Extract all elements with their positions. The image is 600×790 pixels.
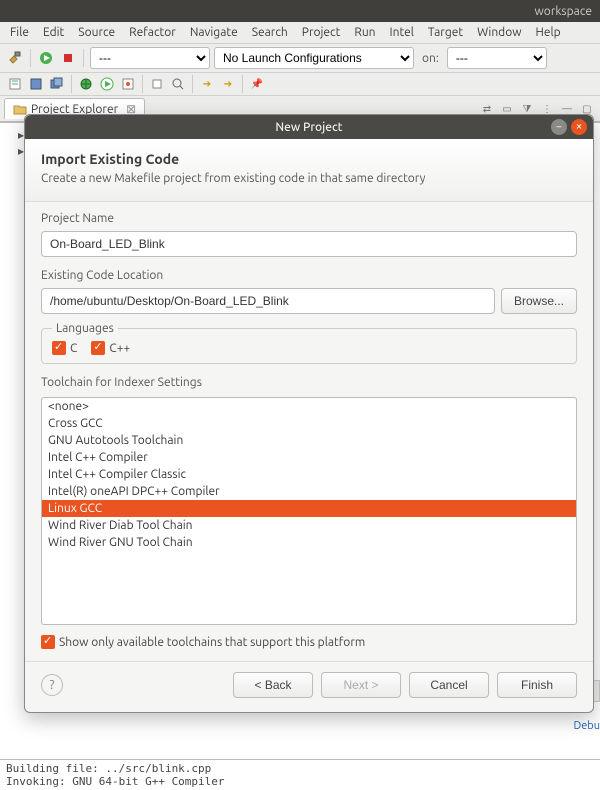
on-label: on:	[418, 52, 443, 65]
menu-help[interactable]: Help	[530, 24, 567, 41]
lang-cpp-input[interactable]	[91, 341, 105, 355]
hammer-icon[interactable]	[6, 49, 24, 67]
dialog-heading: Import Existing Code	[41, 151, 577, 167]
menu-source[interactable]: Source	[72, 24, 121, 41]
run-icon[interactable]	[37, 49, 55, 67]
project-name-label: Project Name	[41, 212, 577, 225]
coverage-icon[interactable]	[119, 75, 137, 93]
lang-cpp-checkbox[interactable]: C++	[91, 341, 130, 355]
toolchain-option[interactable]: Intel C++ Compiler Classic	[42, 466, 576, 483]
dialog-minimize-icon[interactable]	[551, 119, 567, 135]
next-button[interactable]: Next >	[321, 672, 401, 698]
menu-edit[interactable]: Edit	[37, 24, 70, 41]
menu-intel[interactable]: Intel	[384, 24, 420, 41]
lang-c-checkbox[interactable]: C	[52, 341, 77, 355]
open-type-icon[interactable]	[148, 75, 166, 93]
toolchain-option[interactable]: Linux GCC	[42, 500, 576, 517]
launch-config-select[interactable]: No Launch Configurations	[214, 47, 414, 69]
dialog-header: Import Existing Code Create a new Makefi…	[25, 139, 593, 202]
search-icon[interactable]	[169, 75, 187, 93]
toolchain-option[interactable]: Intel(R) oneAPI DPC++ Compiler	[42, 483, 576, 500]
dialog-close-icon[interactable]	[571, 119, 587, 135]
menu-window[interactable]: Window	[471, 24, 527, 41]
location-input[interactable]	[41, 288, 495, 314]
toolchain-option[interactable]: GNU Autotools Toolchain	[42, 432, 576, 449]
languages-group: Languages C C++	[41, 322, 577, 364]
console-output: Building file: ../src/blink.cpp Invoking…	[0, 759, 600, 790]
project-explorer-icon	[13, 103, 27, 115]
finish-button[interactable]: Finish	[497, 672, 577, 698]
bg-debug-label[interactable]: Debu	[573, 720, 600, 732]
new-project-dialog: New Project Import Existing Code Create …	[24, 114, 594, 713]
menu-refactor[interactable]: Refactor	[123, 24, 182, 41]
toolchain-option[interactable]: Wind River Diab Tool Chain	[42, 517, 576, 534]
run-target-select[interactable]: ---	[90, 47, 210, 69]
run-last-icon[interactable]	[98, 75, 116, 93]
toolchain-option[interactable]: <none>	[42, 398, 576, 415]
menu-project[interactable]: Project	[296, 24, 347, 41]
workspace-label: workspace	[535, 5, 593, 18]
menu-bar: File Edit Source Refactor Navigate Searc…	[0, 22, 600, 44]
cancel-button[interactable]: Cancel	[409, 672, 489, 698]
next-annotation-icon[interactable]: ➔	[198, 75, 216, 93]
on-target-select[interactable]: ---	[447, 47, 547, 69]
toolbar-secondary: ➔ ➔ 📌	[0, 73, 600, 96]
pin-icon[interactable]: 📌	[248, 75, 266, 93]
toolchain-listbox[interactable]: <none>Cross GCCGNU Autotools ToolchainIn…	[41, 397, 577, 625]
menu-file[interactable]: File	[4, 24, 35, 41]
menu-run[interactable]: Run	[348, 24, 381, 41]
toolchain-option[interactable]: Wind River GNU Tool Chain	[42, 534, 576, 551]
lang-c-input[interactable]	[52, 341, 66, 355]
location-label: Existing Code Location	[41, 269, 577, 282]
toolbar-main: --- No Launch Configurations on: ---	[0, 44, 600, 73]
dialog-title: New Project	[275, 121, 342, 134]
new-wizard-icon[interactable]	[6, 75, 24, 93]
dialog-titlebar[interactable]: New Project	[25, 115, 593, 139]
prev-annotation-icon[interactable]: ➔	[219, 75, 237, 93]
save-all-icon[interactable]	[48, 75, 66, 93]
toolchain-option[interactable]: Cross GCC	[42, 415, 576, 432]
dialog-description: Create a new Makefile project from exist…	[41, 171, 521, 187]
languages-legend: Languages	[52, 322, 118, 335]
browse-button[interactable]: Browse...	[501, 288, 577, 314]
menu-search[interactable]: Search	[246, 24, 294, 41]
dialog-footer: ? < Back Next > Cancel Finish	[25, 661, 593, 712]
toolchain-label: Toolchain for Indexer Settings	[41, 376, 577, 389]
toolchain-option[interactable]: Intel C++ Compiler	[42, 449, 576, 466]
menu-navigate[interactable]: Navigate	[184, 24, 244, 41]
show-only-checkbox[interactable]: Show only available toolchains that supp…	[41, 635, 365, 649]
stop-icon[interactable]	[59, 49, 77, 67]
project-name-input[interactable]	[41, 231, 577, 257]
window-titlebar: workspace	[0, 0, 600, 22]
menu-target[interactable]: Target	[422, 24, 469, 41]
save-icon[interactable]	[27, 75, 45, 93]
help-icon[interactable]: ?	[41, 674, 63, 696]
debug-icon[interactable]	[77, 75, 95, 93]
back-button[interactable]: < Back	[233, 672, 313, 698]
show-only-input[interactable]	[41, 635, 55, 649]
